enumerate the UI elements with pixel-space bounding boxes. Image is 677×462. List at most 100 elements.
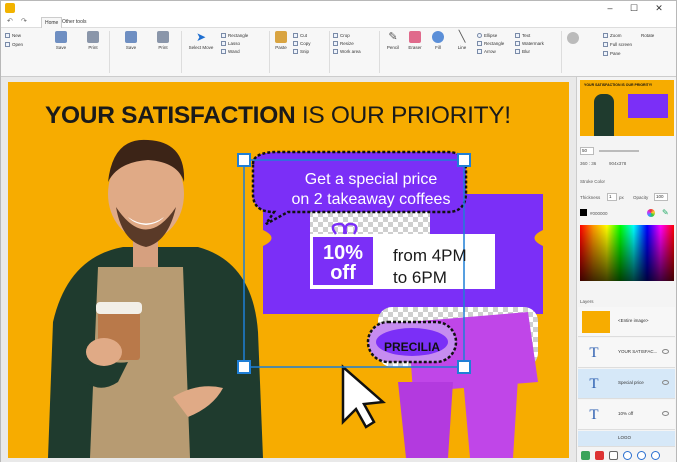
- eye-icon[interactable]: [662, 411, 669, 416]
- eye-icon[interactable]: [662, 380, 669, 385]
- logo-text[interactable]: PRECILIA: [376, 340, 448, 354]
- pencil-label: Pencil: [386, 45, 400, 50]
- bubble-text[interactable]: Get a special price on 2 takeaway coffee…: [286, 170, 456, 210]
- rotate-button[interactable]: Rotate: [641, 32, 654, 39]
- wand-button[interactable]: Wand: [221, 48, 240, 55]
- time-line-1: from 4PM: [393, 246, 467, 265]
- zoom-label: Zoom: [610, 33, 622, 38]
- resize-handle-tl[interactable]: [237, 153, 251, 167]
- layer-name: <Entire image>: [618, 318, 649, 323]
- tab-other-tools[interactable]: Other tools: [59, 17, 89, 28]
- copy-button[interactable]: Copy: [293, 40, 311, 47]
- save-as-button[interactable]: Save: [121, 31, 141, 50]
- pane-label: Pane: [610, 51, 621, 56]
- print-button[interactable]: Print: [83, 31, 103, 50]
- close-button[interactable]: ✕: [648, 1, 670, 15]
- snip-icon: [293, 49, 298, 55]
- current-color-swatch[interactable]: [580, 209, 587, 216]
- discount-small: off: [330, 262, 356, 284]
- ellipse-label: Ellipse: [484, 33, 498, 38]
- crop-icon: [333, 33, 338, 39]
- layer-item[interactable]: T 10% off: [578, 400, 675, 430]
- color-wheel-icon[interactable]: [647, 209, 655, 217]
- select-move-button[interactable]: ➤ Select Move: [186, 31, 216, 50]
- layer-item-logo[interactable]: LOGO: [578, 431, 675, 447]
- poster-canvas[interactable]: YOUR SATISFACTION IS OUR PRIORITY! Get a…: [8, 82, 569, 458]
- blur-icon: [515, 49, 520, 55]
- maximize-button[interactable]: ☐: [623, 1, 645, 15]
- cut-label: Cut: [300, 33, 308, 38]
- resize-handle-br[interactable]: [457, 360, 471, 374]
- resize-button[interactable]: Resize: [333, 40, 354, 47]
- discount-text[interactable]: 10% off: [313, 243, 373, 283]
- lasso-label: Lasso: [228, 41, 241, 46]
- print-preview-button[interactable]: Print: [153, 31, 173, 50]
- snip-button[interactable]: Snip: [293, 48, 309, 55]
- open-label: Open: [12, 42, 24, 47]
- ellipse-button[interactable]: Ellipse: [477, 32, 497, 39]
- rectangle-select-label: Rectangle: [228, 33, 249, 38]
- work-area-button[interactable]: Work area: [333, 48, 361, 55]
- zoom-field[interactable]: 50: [580, 147, 594, 155]
- folder-icon: [5, 42, 10, 48]
- minimize-button[interactable]: –: [599, 1, 621, 15]
- text-icon: [515, 33, 520, 39]
- save-button[interactable]: Save: [51, 31, 71, 50]
- cursor-arrow-icon: ➤: [195, 30, 207, 44]
- eye-icon[interactable]: [662, 349, 669, 354]
- watermark-button[interactable]: Watermark: [515, 40, 544, 47]
- zoom-button[interactable]: Zoom: [603, 32, 622, 39]
- duplicate-layer-icon[interactable]: [609, 451, 618, 460]
- poster-graphics: [48, 139, 543, 458]
- eyedropper-icon[interactable]: ✎: [662, 208, 669, 217]
- color-palette[interactable]: [580, 225, 674, 281]
- add-layer-button[interactable]: [581, 451, 590, 460]
- opacity-label: Opacity: [633, 195, 649, 200]
- pencil-button[interactable]: ✎ Pencil: [385, 31, 401, 50]
- thickness-field[interactable]: 1: [607, 193, 617, 201]
- color-picker-icon[interactable]: [567, 32, 579, 44]
- time-text[interactable]: from 4PM to 6PM: [393, 245, 467, 289]
- text-button[interactable]: Text: [515, 32, 530, 39]
- delete-layer-icon[interactable]: [595, 451, 604, 460]
- line-button[interactable]: ╲ Line: [455, 31, 469, 50]
- opacity-field[interactable]: 100: [654, 193, 668, 201]
- blur-label: Blur: [522, 49, 531, 54]
- arrow-button[interactable]: Arrow: [477, 48, 496, 55]
- resize-handle-bl[interactable]: [237, 360, 251, 374]
- blur-button[interactable]: Blur: [515, 48, 530, 55]
- move-layer-up-icon[interactable]: [637, 451, 646, 460]
- paste-button[interactable]: Paste: [273, 31, 289, 50]
- resize-handle-tr[interactable]: [457, 153, 471, 167]
- pane-icon: [603, 51, 608, 57]
- rectangle-select-button[interactable]: Rectangle: [221, 32, 248, 39]
- undo-icon[interactable]: ↶: [7, 17, 13, 25]
- zoom-slider[interactable]: [599, 150, 639, 152]
- open-button[interactable]: Open: [5, 41, 23, 48]
- fill-button[interactable]: Fill: [431, 31, 445, 50]
- merge-layer-icon[interactable]: [651, 451, 660, 460]
- preview-thumbnail[interactable]: YOUR SATISFACTION IS OUR PRIORITY!: [580, 80, 674, 136]
- layer-name: LOGO: [618, 435, 632, 440]
- layer-thumbnail: [582, 311, 610, 333]
- new-button[interactable]: New: [5, 32, 21, 39]
- canvas-area[interactable]: YOUR SATISFACTION IS OUR PRIORITY! Get a…: [1, 77, 576, 462]
- layer-item[interactable]: <Entire image>: [578, 307, 675, 337]
- rectangle-shape-button[interactable]: Rectangle: [477, 40, 504, 47]
- full-screen-button[interactable]: Full screen: [603, 41, 632, 48]
- new-label: New: [12, 33, 22, 38]
- copy-icon: [293, 41, 298, 47]
- cut-button[interactable]: Cut: [293, 32, 307, 39]
- move-layer-down-icon[interactable]: [623, 451, 632, 460]
- rotate-label: Rotate: [641, 33, 655, 38]
- lasso-button[interactable]: Lasso: [221, 40, 240, 47]
- redo-icon[interactable]: ↷: [21, 17, 27, 25]
- layer-item[interactable]: T YOUR SATISFAC...: [578, 338, 675, 368]
- paste-label: Paste: [275, 45, 287, 50]
- eraser-button[interactable]: Eraser: [407, 31, 423, 50]
- crop-button[interactable]: Crop: [333, 32, 350, 39]
- layer-item-selected[interactable]: T Special price: [578, 369, 675, 399]
- position-readout: 904x378: [609, 161, 627, 166]
- text-layer-icon: T: [589, 376, 599, 392]
- pane-button[interactable]: Pane: [603, 50, 621, 57]
